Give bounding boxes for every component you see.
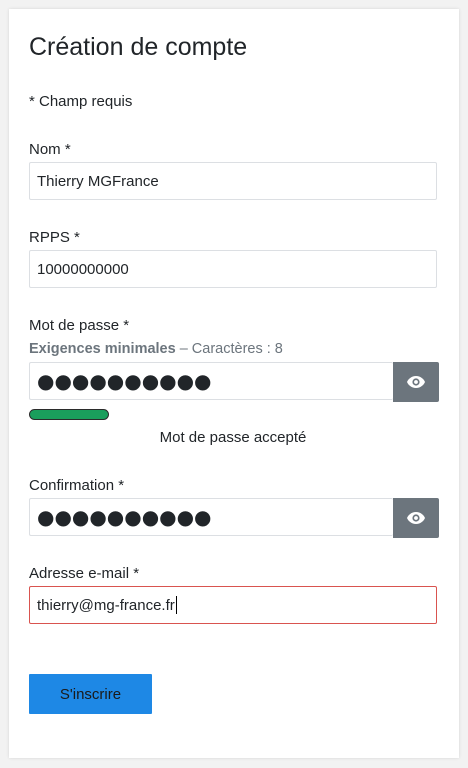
text-caret: [175, 596, 177, 614]
page-title: Création de compte: [29, 33, 248, 61]
confirmation-visibility-toggle[interactable]: [393, 498, 439, 538]
rpps-input[interactable]: 10000000000: [29, 250, 437, 288]
requirements-detail: – Caractères : 8: [175, 341, 283, 357]
email-input-value: thierry@mg-france.fr: [37, 596, 175, 614]
password-requirements: Exigences minimales – Caractères : 8: [29, 341, 283, 357]
password-label: Mot de passe *: [29, 317, 130, 334]
requirements-title: Exigences minimales: [29, 341, 176, 357]
eye-icon: [407, 376, 425, 388]
password-visibility-toggle[interactable]: [393, 362, 439, 402]
rpps-label: RPPS *: [29, 229, 80, 246]
password-masked-value: ●●●●●●●●●●: [37, 369, 212, 393]
email-input[interactable]: thierry@mg-france.fr: [29, 586, 437, 624]
confirmation-masked-value: ●●●●●●●●●●: [37, 505, 212, 529]
email-label: Adresse e-mail *: [29, 565, 140, 582]
rpps-input-value: 10000000000: [37, 260, 129, 278]
confirmation-label: Confirmation *: [29, 477, 125, 494]
required-note: * Champ requis: [29, 93, 133, 110]
name-input[interactable]: Thierry MGFrance: [29, 162, 437, 200]
signup-card: Création de compte * Champ requis Nom * …: [9, 9, 459, 758]
eye-icon: [407, 512, 425, 524]
password-input[interactable]: ●●●●●●●●●●: [29, 362, 393, 400]
name-label: Nom *: [29, 141, 71, 158]
password-strength-bar: [29, 409, 109, 420]
name-input-value: Thierry MGFrance: [37, 172, 159, 190]
signup-button[interactable]: S'inscrire: [29, 674, 152, 714]
confirmation-input[interactable]: ●●●●●●●●●●: [29, 498, 393, 536]
password-strength-status: Mot de passe accepté: [159, 429, 307, 446]
